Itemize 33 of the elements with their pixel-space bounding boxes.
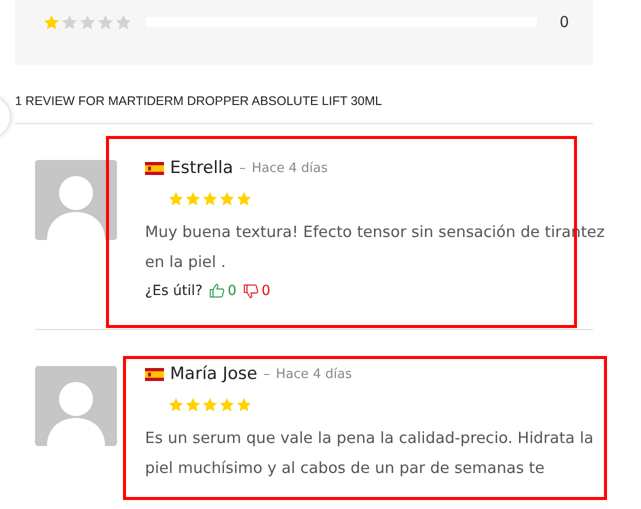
star-icon	[185, 397, 201, 413]
star-icon	[219, 397, 235, 413]
reviewer-name: María Jose	[170, 364, 258, 384]
separator: –	[263, 366, 270, 382]
star-icon	[61, 14, 78, 30]
thumbs-down-icon	[242, 283, 259, 299]
star-icon	[236, 191, 252, 207]
star-icon	[168, 397, 184, 413]
review-date: Hace 4 días	[252, 160, 328, 176]
star-icon	[97, 14, 114, 30]
star-icon	[115, 14, 132, 30]
thumbs-up-icon	[208, 283, 225, 299]
avatar-icon	[35, 160, 117, 240]
star-icon	[79, 14, 96, 30]
star-icon	[236, 397, 252, 413]
flag-icon	[145, 368, 164, 380]
star-icon	[202, 191, 218, 207]
rating-count: 0	[559, 13, 569, 31]
review-text: Es un serum que vale la pena la calidad-precio. Hidrata la piel muchísimo y al cabos de un par de semanas te	[145, 428, 595, 479]
review-date: Hace 4 días	[276, 366, 352, 382]
star-icon	[168, 191, 184, 207]
reviewer-name: Estrella	[170, 158, 234, 178]
like-button[interactable]: 0	[208, 283, 237, 299]
star-icon	[185, 191, 201, 207]
star-icon	[219, 191, 235, 207]
helpful-label: ¿Es útil?	[145, 283, 203, 299]
flag-icon	[145, 162, 164, 174]
star-icon	[43, 14, 60, 30]
separator: –	[239, 160, 246, 176]
reviews-heading: 1 REVIEW FOR MARTIDERM DROPPER ABSOLUTE LIFT 30ML	[15, 94, 593, 124]
star-icon	[202, 397, 218, 413]
dislike-button[interactable]: 0	[242, 283, 270, 299]
avatar-icon	[35, 366, 117, 446]
